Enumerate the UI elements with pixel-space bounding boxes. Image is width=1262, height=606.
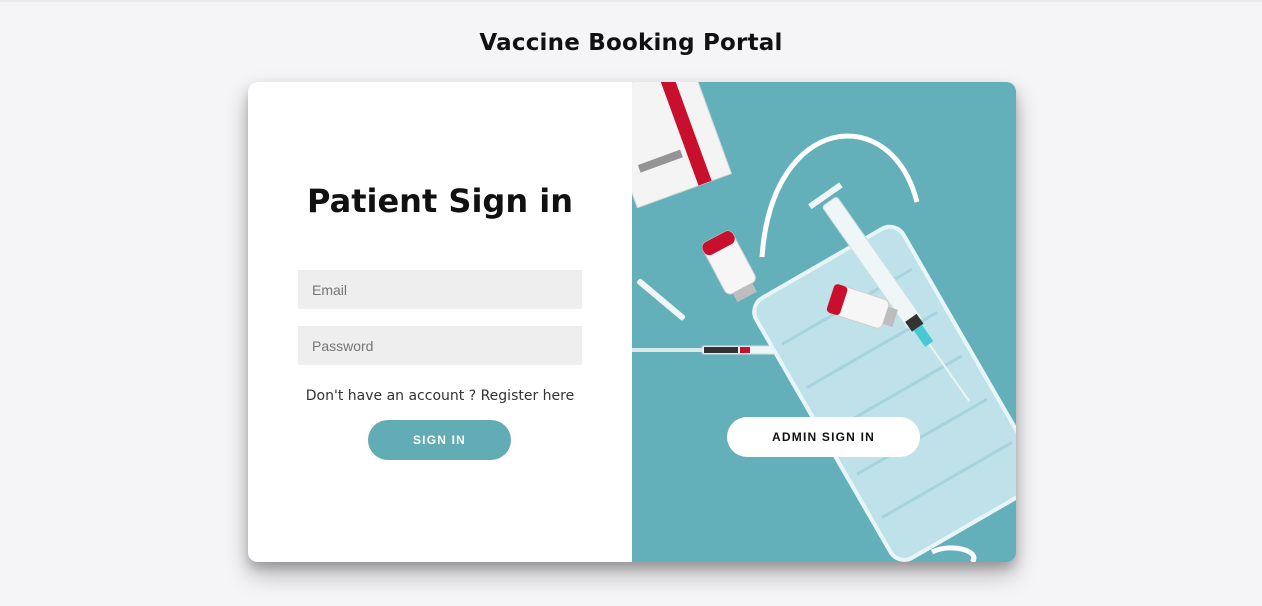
signin-button[interactable]: SIGN IN [368,420,511,460]
admin-signin-button[interactable]: ADMIN SIGN IN [727,417,920,457]
password-field[interactable] [298,326,582,365]
patient-signin-heading: Patient Sign in [307,182,573,220]
register-link[interactable]: Don't have an account ? Register here [248,388,632,404]
top-border [0,0,1262,2]
patient-signin-panel: Patient Sign in Don't have an account ? … [248,82,632,562]
page-title: Vaccine Booking Portal [479,30,783,56]
email-field[interactable] [298,270,582,309]
vaccine-hero-image [632,82,1016,562]
signin-card: Patient Sign in Don't have an account ? … [248,82,1016,562]
admin-signin-panel: ADMIN SIGN IN [632,82,1016,562]
